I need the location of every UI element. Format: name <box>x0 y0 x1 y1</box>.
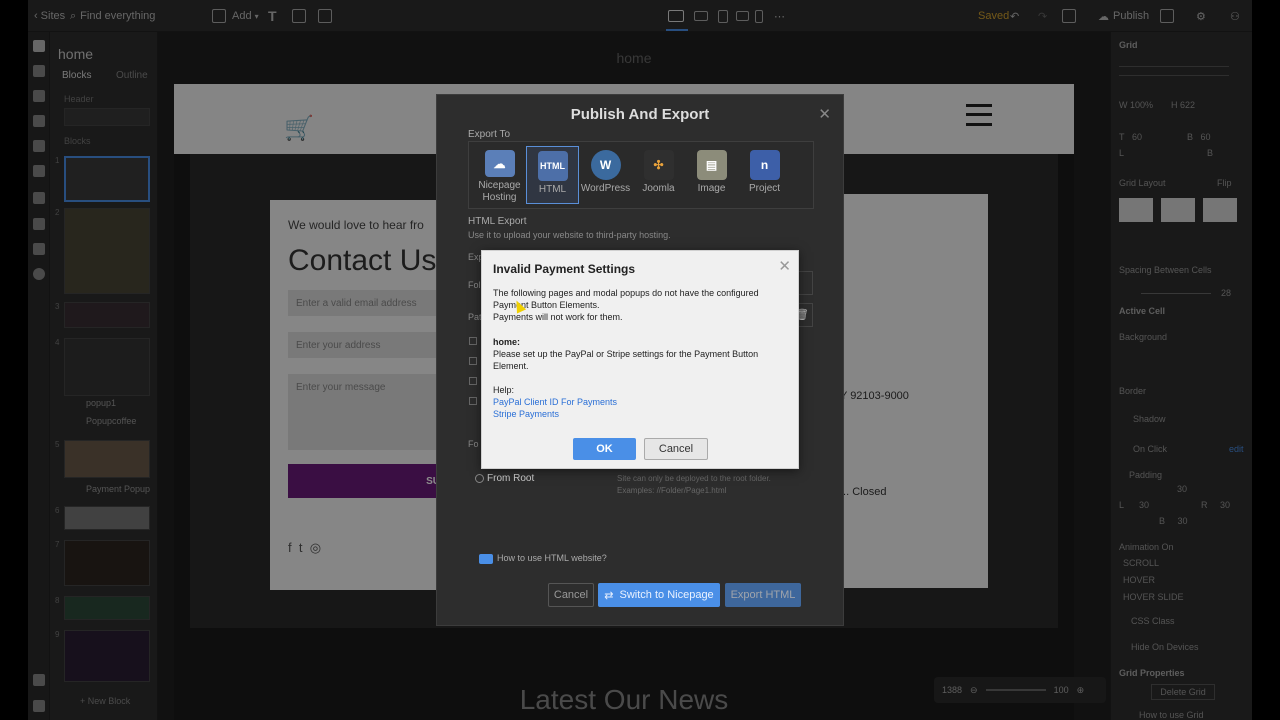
invalid-payment-modal: Invalid Payment Settings ✕ The following… <box>481 250 799 469</box>
modal-message: The following pages and modal popups do … <box>493 287 789 323</box>
target-project[interactable]: n Project <box>738 146 791 204</box>
cancel-button[interactable]: Cancel <box>644 438 708 460</box>
export-html-button[interactable]: Export HTML <box>725 583 801 607</box>
root-example: Examples: //Folder/Page1.html <box>617 486 727 495</box>
modal-title: Invalid Payment Settings <box>493 262 636 276</box>
wordpress-icon: W <box>590 150 621 180</box>
help-label: Help: <box>493 385 515 395</box>
message-line: The following pages and modal popups do … <box>493 288 759 298</box>
html-file-icon: HTML <box>537 151 568 181</box>
option-checkbox[interactable] <box>469 377 477 385</box>
cancel-button[interactable]: Cancel <box>548 583 594 607</box>
target-html[interactable]: HTML HTML <box>526 146 579 204</box>
project-file-icon: n <box>749 150 780 180</box>
switch-to-nicepage-button[interactable]: ⇄ Switch to Nicepage <box>598 583 720 607</box>
root-hint: Site can only be deployed to the root fo… <box>617 474 771 483</box>
image-file-icon: ▤ <box>696 150 727 180</box>
export-targets: ☁ Nicepage Hosting HTML HTML W WordPress ✣ J… <box>468 141 814 209</box>
dialog-title: Publish And Export <box>570 106 710 123</box>
affected-page-desc: Please set up the PayPal or Stripe setti… <box>493 348 789 372</box>
close-icon[interactable]: ✕ <box>818 107 831 122</box>
target-label: HTML <box>538 184 567 195</box>
message-line: Payments will not work for them. <box>493 312 623 322</box>
target-joomla[interactable]: ✣ Joomla <box>632 146 685 204</box>
how-to-use-html-link[interactable]: How to use HTML website? <box>497 553 607 563</box>
target-wordpress[interactable]: W WordPress <box>579 146 632 204</box>
ok-button[interactable]: OK <box>573 438 636 460</box>
html-export-desc: Use it to upload your website to third-p… <box>468 230 671 240</box>
option-checkbox[interactable] <box>469 397 477 405</box>
affected-page-name: home: <box>493 337 520 347</box>
target-nicepage-hosting[interactable]: ☁ Nicepage Hosting <box>473 146 526 204</box>
cloud-icon: ☁ <box>484 150 515 177</box>
target-label: Joomla <box>642 183 675 194</box>
target-label: Project <box>748 183 781 194</box>
desc-line: Please set up the PayPal or Stripe setti… <box>493 349 759 359</box>
message-line: Payment Button Elements. <box>493 300 600 310</box>
close-icon[interactable]: ✕ <box>778 259 791 274</box>
joomla-icon: ✣ <box>643 150 674 180</box>
option-checkbox[interactable] <box>469 337 477 345</box>
folder-label: Fol <box>468 280 481 290</box>
paypal-client-id-link[interactable]: PayPal Client ID For Payments <box>493 396 617 408</box>
from-root-label: From Root <box>487 473 535 484</box>
video-icon <box>479 554 493 564</box>
html-export-heading: HTML Export <box>468 216 527 227</box>
desc-line: Element. <box>493 361 529 371</box>
stripe-payments-link[interactable]: Stripe Payments <box>493 408 559 420</box>
target-label: Nicepage Hosting <box>478 180 521 203</box>
target-label: WordPress <box>580 183 631 194</box>
option-checkbox[interactable] <box>469 357 477 365</box>
target-label: Image <box>697 183 726 194</box>
swap-icon: ⇄ <box>604 589 614 602</box>
export-to-label: Export To <box>468 129 511 140</box>
target-image[interactable]: ▤ Image <box>685 146 738 204</box>
switch-label: Switch to Nicepage <box>619 589 714 601</box>
folder-mode-label: Fo <box>468 439 479 449</box>
from-root-radio[interactable] <box>475 474 484 483</box>
